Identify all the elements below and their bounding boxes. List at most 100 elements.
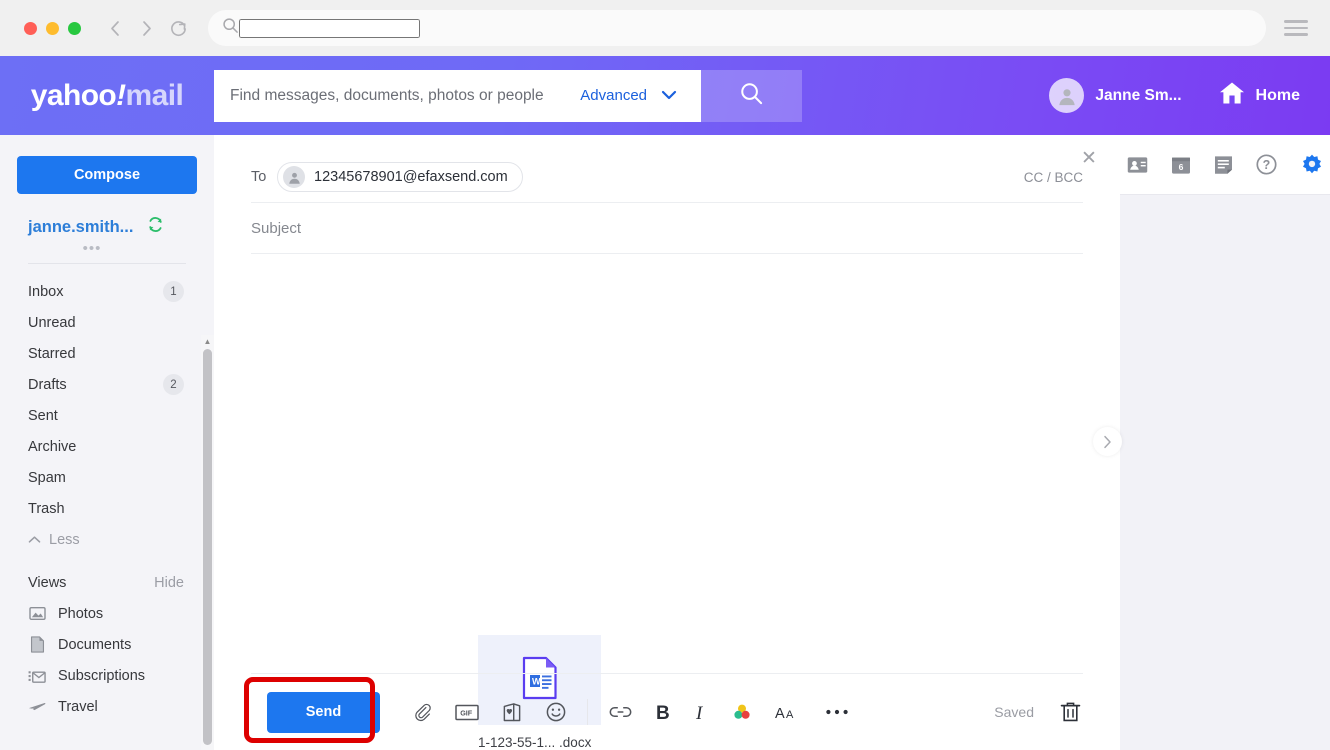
calendar-icon[interactable]: 6: [1171, 155, 1191, 175]
sidebar-item-drafts[interactable]: Drafts 2: [0, 369, 214, 400]
notepad-icon[interactable]: [1214, 155, 1233, 175]
travel-plane-icon: [28, 698, 46, 716]
search-submit-button[interactable]: [701, 70, 802, 122]
hamburger-menu-icon[interactable]: [1284, 20, 1308, 36]
search-input[interactable]: [230, 87, 580, 105]
bold-icon[interactable]: B: [655, 702, 671, 723]
sidebar-divider: [28, 263, 186, 264]
greeting-card-icon[interactable]: [501, 702, 523, 723]
less-label: Less: [49, 532, 80, 548]
sidebar-item-documents[interactable]: Documents: [0, 629, 214, 660]
subject-input[interactable]: [251, 220, 1083, 237]
views-hide-toggle[interactable]: Hide: [154, 575, 184, 591]
view-label: Travel: [58, 699, 98, 715]
back-icon[interactable]: [107, 19, 124, 38]
compose-button[interactable]: Compose: [17, 156, 197, 194]
toolbar-right-group: Saved: [994, 701, 1083, 723]
message-body[interactable]: W 1-123-55-1... .docx 11.7kB: [214, 254, 1120, 649]
svg-text:A: A: [786, 709, 794, 721]
sidebar-item-unread[interactable]: Unread: [0, 307, 214, 338]
italic-icon[interactable]: I: [693, 702, 709, 723]
home-icon: [1218, 80, 1246, 111]
settings-gear-icon[interactable]: [1300, 153, 1324, 177]
minimize-window-button[interactable]: [46, 22, 59, 35]
toolbar-icon-group-format: B I AA: [608, 701, 849, 723]
search-icon: [222, 17, 239, 39]
more-options-icon[interactable]: [825, 708, 849, 716]
svg-text:I: I: [695, 703, 704, 723]
compose-pane: ✕ To 12345678901@efaxsend.com CC / BCC: [214, 135, 1120, 750]
views-section-header: Views Hide: [0, 567, 214, 598]
profile-menu[interactable]: Janne Sm...: [1049, 78, 1217, 113]
chevron-up-icon: [28, 532, 41, 548]
search-box[interactable]: Advanced: [214, 70, 701, 122]
scroll-up-arrow[interactable]: ▲: [201, 335, 214, 347]
draft-saved-status: Saved: [994, 704, 1034, 720]
view-label: Documents: [58, 637, 131, 653]
close-icon[interactable]: ✕: [1078, 148, 1100, 170]
account-email: janne.smith...: [28, 218, 133, 237]
gif-icon[interactable]: GIF: [455, 703, 479, 722]
sidebar-item-inbox[interactable]: Inbox 1: [0, 276, 214, 307]
yahoo-mail-logo[interactable]: yahoo!mail: [0, 79, 214, 113]
recipient-chip[interactable]: 12345678901@efaxsend.com: [277, 162, 523, 192]
svg-text:A: A: [775, 706, 785, 722]
url-input[interactable]: [239, 19, 420, 38]
folder-label: Unread: [28, 315, 184, 331]
send-button[interactable]: Send: [267, 692, 380, 733]
svg-text:B: B: [656, 703, 670, 723]
contact-avatar-icon: [283, 166, 305, 188]
delete-draft-trash-icon[interactable]: [1060, 701, 1081, 723]
sidebar-scrollbar-thumb[interactable]: [203, 349, 212, 745]
views-label: Views: [28, 575, 66, 591]
forward-icon[interactable]: [138, 19, 155, 38]
attach-paperclip-icon[interactable]: [412, 702, 433, 723]
chevron-down-icon[interactable]: [661, 87, 677, 104]
expand-right-chevron-icon[interactable]: [1093, 427, 1122, 456]
sidebar-item-subscriptions[interactable]: Subscriptions: [0, 660, 214, 691]
to-field-row[interactable]: To 12345678901@efaxsend.com CC / BCC: [251, 152, 1083, 203]
compose-toolbar: Send GIF: [251, 673, 1083, 750]
emoji-icon[interactable]: [545, 701, 567, 723]
advanced-search-dropdown[interactable]: Advanced: [580, 87, 691, 104]
sync-refresh-icon[interactable]: [147, 216, 164, 238]
home-label: Home: [1256, 87, 1300, 105]
home-button[interactable]: Home: [1218, 80, 1330, 111]
window-traffic-lights: [24, 22, 81, 35]
font-size-icon[interactable]: AA: [775, 702, 803, 722]
subscriptions-icon: [28, 667, 46, 685]
close-window-button[interactable]: [24, 22, 37, 35]
sidebar-item-travel[interactable]: Travel: [0, 691, 214, 722]
account-row[interactable]: janne.smith...: [28, 216, 214, 238]
sidebar-item-sent[interactable]: Sent: [0, 400, 214, 431]
sidebar-item-trash[interactable]: Trash: [0, 493, 214, 524]
app-root: yahoo!mail Advanced: [0, 0, 1330, 750]
maximize-window-button[interactable]: [68, 22, 81, 35]
advanced-label: Advanced: [580, 87, 647, 104]
cc-bcc-toggle[interactable]: CC / BCC: [1024, 170, 1083, 185]
profile-name: Janne Sm...: [1095, 87, 1181, 105]
account-overflow-dots[interactable]: •••: [0, 240, 214, 257]
toolbar-icon-group-attachments: GIF: [412, 701, 567, 723]
sidebar-scrollbar[interactable]: ▲ ▼: [201, 335, 214, 750]
folder-count-badge: 2: [163, 374, 184, 395]
view-label: Photos: [58, 606, 103, 622]
subject-field-row[interactable]: [251, 203, 1083, 254]
folder-label: Trash: [28, 501, 184, 517]
help-question-icon[interactable]: ?: [1256, 154, 1277, 175]
reload-icon[interactable]: [169, 19, 188, 38]
left-sidebar: Compose janne.smith... ••• Inbox 1 Unrea…: [0, 135, 214, 750]
contacts-icon[interactable]: [1127, 156, 1148, 174]
svg-text:6: 6: [1178, 162, 1183, 172]
link-icon[interactable]: [608, 704, 633, 720]
browser-url-bar[interactable]: [208, 10, 1266, 46]
sidebar-less-toggle[interactable]: Less: [0, 524, 214, 555]
folder-label: Starred: [28, 346, 184, 362]
sidebar-item-archive[interactable]: Archive: [0, 431, 214, 462]
view-label: Subscriptions: [58, 668, 145, 684]
sidebar-item-photos[interactable]: Photos: [0, 598, 214, 629]
sidebar-item-spam[interactable]: Spam: [0, 462, 214, 493]
sidebar-item-starred[interactable]: Starred: [0, 338, 214, 369]
search-area: Advanced: [214, 70, 802, 122]
text-color-icon[interactable]: [731, 701, 753, 723]
